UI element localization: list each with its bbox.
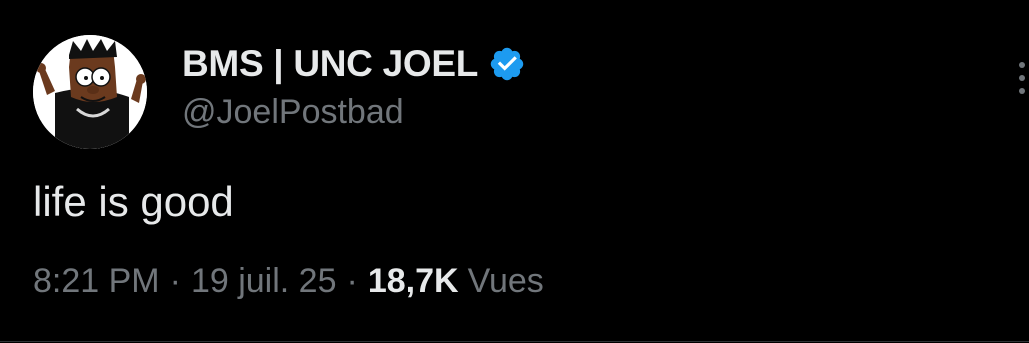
avatar-image xyxy=(33,35,147,149)
more-options-icon[interactable] xyxy=(1014,58,1028,98)
tweet-date[interactable]: 19 juil. 25 xyxy=(191,262,337,301)
display-name[interactable]: BMS | UNC JOEL xyxy=(182,43,478,85)
separator-dot: · xyxy=(346,262,358,300)
separator-dot: · xyxy=(169,262,181,300)
tweet: BMS | UNC JOEL @JoelPostbad life is good… xyxy=(0,0,1029,343)
views-count[interactable]: 18,7K xyxy=(368,262,459,301)
tweet-time[interactable]: 8:21 PM xyxy=(33,262,160,301)
tweet-text: life is good xyxy=(33,178,234,225)
tweet-meta: 8:21 PM · 19 juil. 25 · 18,7K Vues xyxy=(33,262,544,301)
avatar[interactable] xyxy=(33,35,147,149)
views-label: Vues xyxy=(467,262,544,300)
divider xyxy=(0,341,1029,342)
verified-badge-icon[interactable] xyxy=(488,45,526,83)
author-name-row: BMS | UNC JOEL xyxy=(182,42,526,86)
author-handle[interactable]: @JoelPostbad xyxy=(182,93,404,132)
